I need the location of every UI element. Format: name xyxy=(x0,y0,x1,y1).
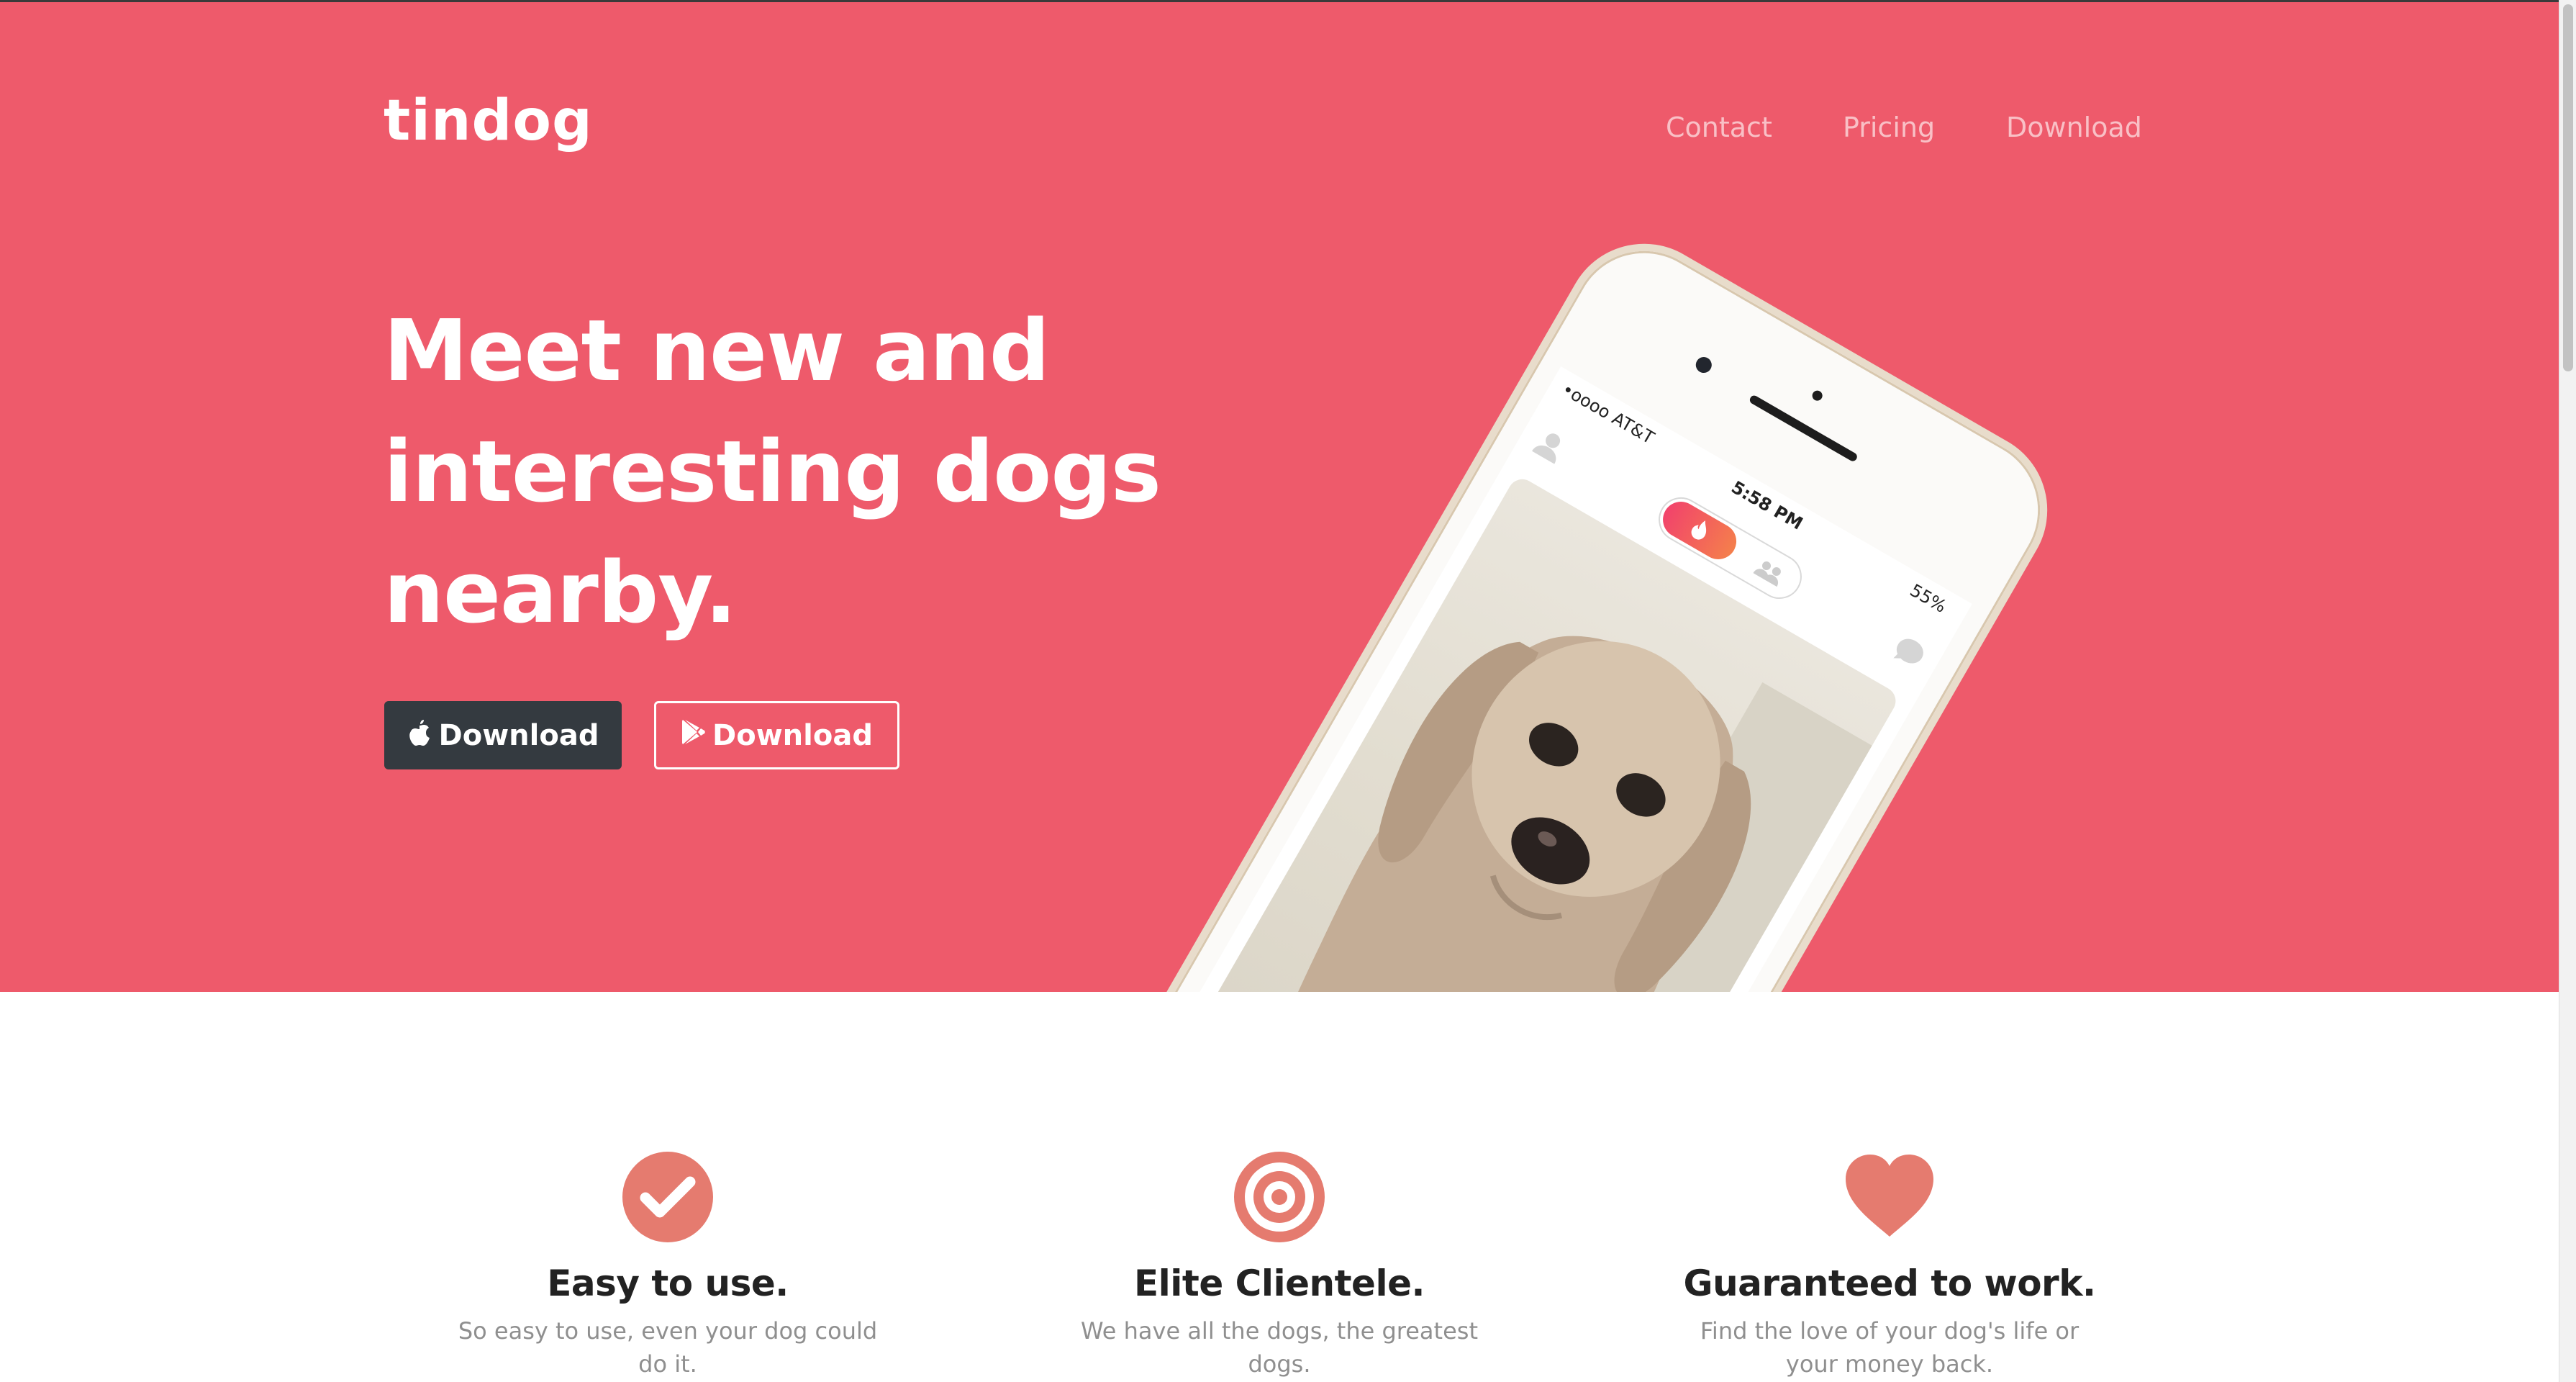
headline-line-2: interesting dogs xyxy=(384,422,1161,521)
feature-title: Guaranteed to work. xyxy=(1683,1263,2096,1304)
nav-link-contact[interactable]: Contact xyxy=(1666,112,1772,143)
feature-description: We have all the dogs, the greatest dogs. xyxy=(1081,1317,1478,1378)
headline-line-3: nearby. xyxy=(384,543,737,642)
feature-easy-to-use: Easy to use. So easy to use, even your d… xyxy=(416,1150,920,1381)
profile-icon xyxy=(1531,433,1561,464)
headline-line-1: Meet new and xyxy=(384,301,1050,400)
app-store-download-label: Download xyxy=(438,718,599,752)
scrollbar-thumb[interactable] xyxy=(2563,4,2573,371)
flame-icon xyxy=(1656,494,1743,566)
hero-section: tindog Contact Pricing Download Meet new… xyxy=(0,2,2559,992)
google-play-download-button[interactable]: Download xyxy=(654,701,899,769)
main-nav: Contact Pricing Download xyxy=(0,112,2559,155)
check-circle-icon xyxy=(622,1152,713,1242)
bullseye-icon xyxy=(1234,1152,1325,1242)
nav-link-pricing[interactable]: Pricing xyxy=(1843,112,1935,143)
feature-guaranteed: Guaranteed to work. Find the love of you… xyxy=(1638,1150,2141,1381)
feature-description: Find the love of your dog's life or your… xyxy=(1700,1317,2080,1378)
phone-mockup: •oooo AT&T 5:58 PM 55% xyxy=(1065,214,2288,992)
nav-link-download[interactable]: Download xyxy=(2006,112,2142,143)
feature-elite-clientele: Elite Clientele. We have all the dogs, t… xyxy=(1028,1150,1531,1381)
app-store-download-button[interactable]: Download xyxy=(384,701,622,769)
iphone-image: •oooo AT&T 5:58 PM 55% xyxy=(1075,214,2077,992)
google-play-download-label: Download xyxy=(712,718,873,752)
group-icon xyxy=(1753,561,1781,587)
feature-description: So easy to use, even your dog could do i… xyxy=(458,1317,878,1378)
google-play-icon xyxy=(681,718,705,753)
apple-icon xyxy=(407,718,432,753)
heart-icon xyxy=(1846,1155,1933,1237)
feature-title: Elite Clientele. xyxy=(1134,1263,1425,1304)
chat-icon xyxy=(1893,638,1923,664)
feature-title: Easy to use. xyxy=(547,1263,789,1304)
page-scrollbar[interactable] xyxy=(2559,0,2576,1382)
features-section: Easy to use. So easy to use, even your d… xyxy=(0,992,2559,1382)
